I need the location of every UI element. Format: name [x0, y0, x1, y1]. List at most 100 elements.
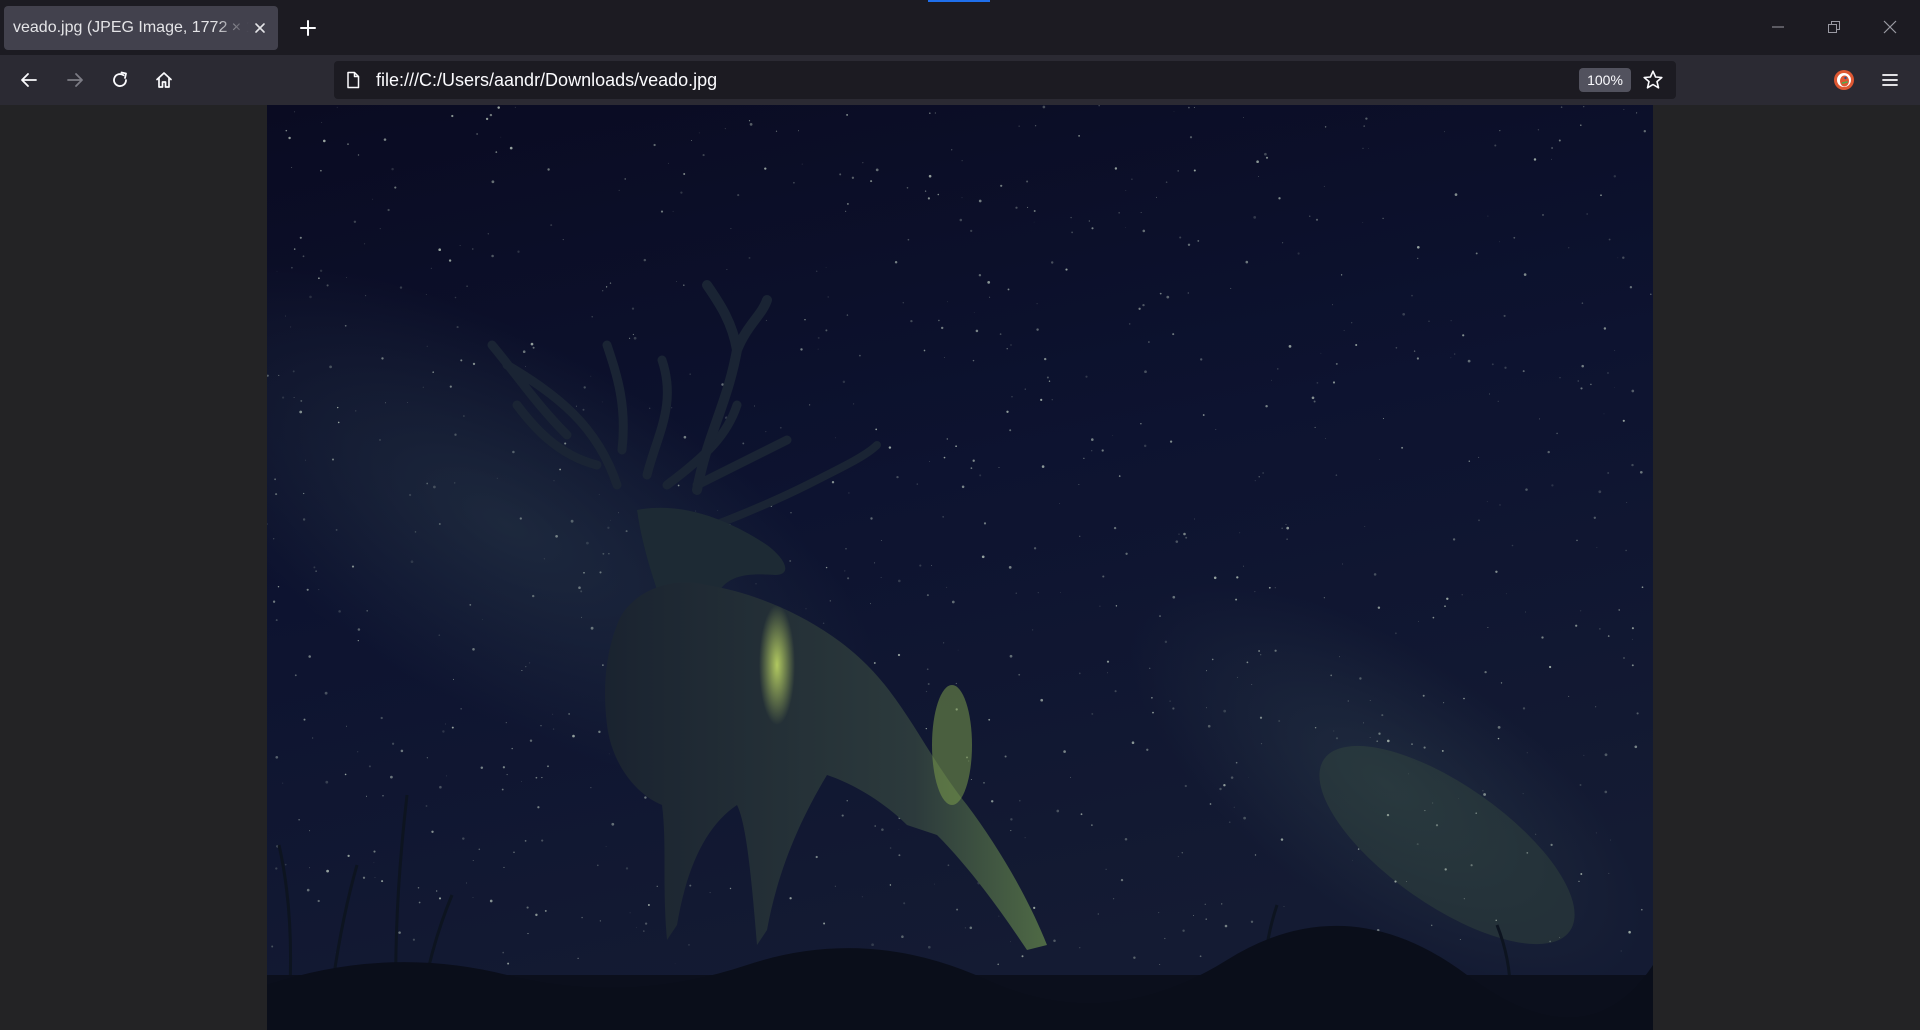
star	[1494, 144, 1497, 147]
star	[1454, 193, 1458, 196]
star	[1274, 649, 1277, 652]
app-menu-button[interactable]	[1874, 64, 1906, 96]
star	[1007, 288, 1010, 291]
star	[729, 887, 732, 890]
star	[577, 957, 579, 960]
star	[942, 516, 944, 518]
star	[605, 846, 607, 847]
star	[1617, 257, 1619, 259]
close-icon[interactable]	[252, 20, 268, 36]
star	[381, 357, 384, 360]
restore-button[interactable]	[1816, 10, 1852, 44]
star	[506, 774, 508, 776]
star	[285, 129, 288, 132]
star	[553, 480, 555, 482]
star	[1444, 131, 1445, 133]
star	[1610, 839, 1611, 841]
star	[1580, 873, 1583, 875]
star	[335, 528, 338, 531]
star	[521, 781, 522, 783]
star	[754, 405, 755, 407]
star	[1280, 838, 1284, 841]
star	[525, 666, 527, 668]
star	[306, 588, 309, 591]
veado-image[interactable]	[267, 105, 1653, 1030]
star	[1274, 587, 1276, 589]
star	[1142, 229, 1146, 233]
star	[1278, 197, 1281, 200]
star	[1499, 130, 1501, 132]
star	[480, 766, 484, 769]
star	[841, 814, 844, 817]
star	[445, 775, 448, 777]
star	[1583, 105, 1585, 108]
star	[916, 483, 919, 485]
star	[1468, 460, 1471, 462]
star	[1278, 720, 1281, 722]
star	[610, 519, 612, 521]
arrow-left-icon	[21, 73, 37, 87]
url-bar[interactable]: file:///C:/Users/aandr/Downloads/veado.j…	[334, 61, 1676, 99]
star	[590, 375, 592, 377]
close-window-button[interactable]	[1872, 10, 1908, 44]
zoom-level-button[interactable]: 100%	[1579, 68, 1631, 92]
star	[476, 133, 478, 135]
star	[1484, 670, 1487, 674]
star	[1159, 964, 1161, 965]
star	[1618, 609, 1620, 611]
star	[532, 594, 535, 598]
star	[629, 912, 631, 914]
minimize-button[interactable]	[1760, 10, 1796, 44]
tab-veado-jpg[interactable]: veado.jpg (JPEG Image, 1772 × 1181 pixel…	[4, 6, 278, 50]
star	[1432, 802, 1434, 804]
star	[575, 405, 577, 407]
url-text[interactable]: file:///C:/Users/aandr/Downloads/veado.j…	[376, 70, 717, 91]
star	[1015, 206, 1018, 209]
extension-button[interactable]	[1832, 68, 1856, 92]
star	[454, 296, 457, 299]
star	[1629, 286, 1633, 289]
reload-button[interactable]	[104, 64, 136, 96]
star	[1131, 178, 1133, 181]
star	[543, 558, 546, 560]
star	[1006, 348, 1008, 350]
star	[1169, 700, 1171, 702]
star	[1099, 605, 1101, 607]
minimize-icon	[1772, 26, 1784, 28]
home-button[interactable]	[148, 64, 180, 96]
star	[1504, 366, 1507, 369]
star	[598, 730, 601, 734]
star	[1044, 357, 1047, 361]
bookmark-button[interactable]	[1641, 68, 1665, 92]
star	[1071, 231, 1073, 234]
star	[631, 307, 635, 310]
forward-button[interactable]	[59, 64, 91, 96]
star	[472, 248, 474, 250]
star	[544, 909, 547, 912]
star	[943, 642, 945, 644]
star	[851, 176, 855, 179]
star	[1583, 754, 1585, 756]
star	[934, 112, 936, 114]
new-tab-button[interactable]	[292, 12, 324, 44]
back-button[interactable]	[13, 64, 45, 96]
star	[511, 747, 513, 750]
star	[449, 385, 452, 388]
hamburger-menu-icon	[1882, 74, 1898, 86]
star	[717, 510, 719, 512]
star	[683, 435, 687, 439]
star	[875, 428, 878, 431]
star	[907, 238, 910, 241]
star	[407, 401, 409, 403]
star	[503, 866, 505, 868]
star	[1491, 363, 1494, 366]
star	[1059, 591, 1061, 593]
star	[1242, 565, 1244, 567]
star	[1402, 312, 1406, 316]
star	[1151, 697, 1153, 699]
star	[347, 143, 349, 145]
star	[1522, 793, 1524, 795]
star	[1622, 419, 1625, 422]
star	[1622, 256, 1625, 259]
star	[373, 862, 375, 864]
